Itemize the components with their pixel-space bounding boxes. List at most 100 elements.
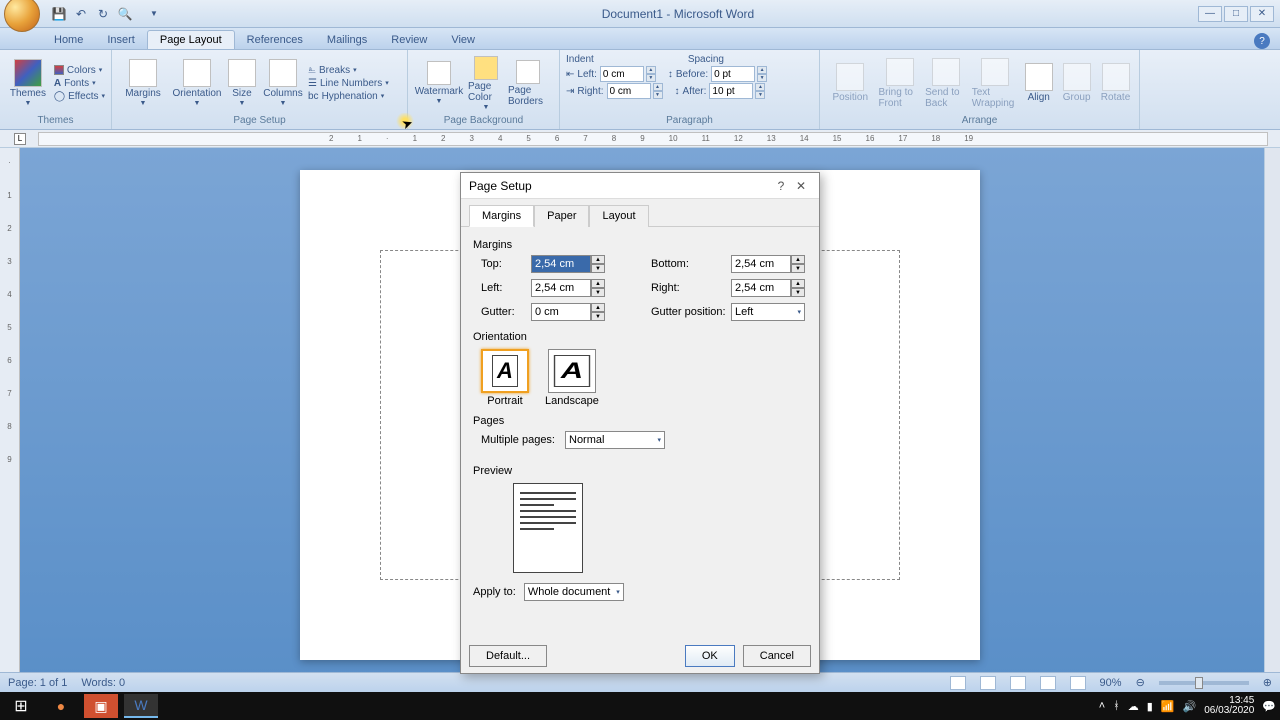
multiple-pages-select[interactable]: Normal▾ bbox=[565, 431, 665, 449]
gutter-spinner[interactable]: ▲▼ bbox=[591, 303, 605, 321]
tray-onedrive-icon[interactable]: ☁ bbox=[1128, 700, 1139, 713]
tray-volume-icon[interactable]: 🔊 bbox=[1183, 700, 1197, 713]
margin-left-spinner[interactable]: ▲▼ bbox=[591, 279, 605, 297]
zoom-in-button[interactable]: ⊕ bbox=[1263, 676, 1272, 689]
fonts-button[interactable]: AFonts▾ bbox=[54, 78, 105, 89]
indent-left-spinner[interactable]: ▲▼ bbox=[646, 66, 656, 82]
tab-mailings[interactable]: Mailings bbox=[315, 31, 379, 49]
line-numbers-button[interactable]: ☰Line Numbers▾ bbox=[308, 78, 389, 89]
hyphenation-button[interactable]: bcHyphenation▾ bbox=[308, 91, 389, 102]
redo-icon[interactable]: ↻ bbox=[94, 5, 112, 23]
apply-to-select[interactable]: Whole document▾ bbox=[524, 583, 624, 601]
zoom-out-button[interactable]: ⊖ bbox=[1136, 676, 1145, 689]
zoom-slider[interactable] bbox=[1159, 681, 1249, 685]
tab-page-layout[interactable]: Page Layout bbox=[147, 30, 235, 49]
status-page[interactable]: Page: 1 of 1 bbox=[8, 677, 67, 689]
status-bar: Page: 1 of 1 Words: 0 90% ⊖ ⊕ bbox=[0, 672, 1280, 692]
view-print-layout-icon[interactable] bbox=[950, 676, 966, 690]
colors-icon bbox=[54, 65, 64, 75]
margin-top-input[interactable] bbox=[531, 255, 591, 273]
margin-right-input[interactable] bbox=[731, 279, 791, 297]
default-button[interactable]: Default... bbox=[469, 645, 547, 667]
spacing-after-spinner[interactable]: ▲▼ bbox=[755, 83, 765, 99]
spacing-before-spinner[interactable]: ▲▼ bbox=[757, 66, 767, 82]
landscape-icon: A bbox=[554, 355, 590, 387]
vertical-ruler[interactable]: ·123456789 bbox=[0, 148, 20, 680]
office-button[interactable] bbox=[4, 0, 40, 32]
margins-button[interactable]: Margins▼ bbox=[118, 59, 168, 107]
print-preview-icon[interactable]: 🔍 bbox=[116, 5, 134, 23]
columns-button[interactable]: Columns▼ bbox=[262, 59, 304, 107]
page-color-button[interactable]: Page Color▼ bbox=[468, 56, 504, 111]
themes-group-label: Themes bbox=[6, 114, 105, 127]
orientation-portrait[interactable]: A Portrait bbox=[481, 349, 529, 407]
save-icon[interactable]: 💾 bbox=[50, 5, 68, 23]
gutter-position-select[interactable]: Left▾ bbox=[731, 303, 805, 321]
tray-battery-icon[interactable]: ▮ bbox=[1147, 700, 1153, 713]
taskbar-chrome-icon[interactable]: ● bbox=[44, 694, 78, 718]
horizontal-ruler[interactable]: 21·12345678910111213141516171819 bbox=[38, 132, 1268, 146]
margin-bottom-spinner[interactable]: ▲▼ bbox=[791, 255, 805, 273]
maximize-button[interactable]: □ bbox=[1224, 6, 1248, 22]
spacing-before-input[interactable] bbox=[711, 66, 755, 82]
size-icon bbox=[228, 59, 256, 87]
size-button[interactable]: Size▼ bbox=[226, 59, 258, 107]
gutter-input[interactable] bbox=[531, 303, 591, 321]
status-words[interactable]: Words: 0 bbox=[81, 677, 125, 689]
start-button[interactable]: ⊞ bbox=[4, 694, 38, 718]
tray-bluetooth-icon[interactable]: ᚼ bbox=[1113, 700, 1120, 712]
close-button[interactable]: ✕ bbox=[1250, 6, 1274, 22]
margin-bottom-input[interactable] bbox=[731, 255, 791, 273]
indent-left-input[interactable] bbox=[600, 66, 644, 82]
tray-clock[interactable]: 13:45 06/03/2020 bbox=[1204, 696, 1254, 716]
indent-right-icon: ⇥ bbox=[566, 86, 574, 97]
watermark-button[interactable]: Watermark▼ bbox=[414, 61, 464, 105]
tab-selector[interactable]: L bbox=[14, 133, 26, 145]
indent-right-spinner[interactable]: ▲▼ bbox=[653, 83, 663, 99]
dialog-tab-layout[interactable]: Layout bbox=[589, 205, 648, 227]
tab-review[interactable]: Review bbox=[379, 31, 439, 49]
columns-icon bbox=[269, 59, 297, 87]
window-title: Document1 - Microsoft Word bbox=[158, 7, 1198, 21]
view-full-screen-icon[interactable] bbox=[980, 676, 996, 690]
dialog-tab-paper[interactable]: Paper bbox=[534, 205, 589, 227]
taskbar-word-icon[interactable]: W bbox=[124, 694, 158, 718]
view-draft-icon[interactable] bbox=[1070, 676, 1086, 690]
vertical-scrollbar[interactable] bbox=[1264, 148, 1280, 680]
tab-home[interactable]: Home bbox=[42, 31, 95, 49]
spacing-after-input[interactable] bbox=[709, 83, 753, 99]
indent-right-input[interactable] bbox=[607, 83, 651, 99]
orientation-landscape[interactable]: A Landscape bbox=[545, 349, 599, 407]
margin-left-input[interactable] bbox=[531, 279, 591, 297]
zoom-level[interactable]: 90% bbox=[1100, 677, 1122, 689]
minimize-button[interactable]: — bbox=[1198, 6, 1222, 22]
cancel-button[interactable]: Cancel bbox=[743, 645, 811, 667]
line-numbers-icon: ☰ bbox=[308, 78, 317, 89]
help-icon[interactable]: ? bbox=[1254, 33, 1270, 49]
breaks-button[interactable]: ⎁Breaks▾ bbox=[308, 65, 389, 76]
tray-wifi-icon[interactable]: 📶 bbox=[1161, 700, 1175, 713]
view-outline-icon[interactable] bbox=[1040, 676, 1056, 690]
tab-view[interactable]: View bbox=[439, 31, 487, 49]
ok-button[interactable]: OK bbox=[685, 645, 735, 667]
orientation-button[interactable]: Orientation▼ bbox=[172, 59, 222, 107]
margin-top-spinner[interactable]: ▲▼ bbox=[591, 255, 605, 273]
undo-icon[interactable]: ↶ bbox=[72, 5, 90, 23]
tray-show-hidden-icon[interactable]: ˄ bbox=[1099, 700, 1105, 712]
tab-insert[interactable]: Insert bbox=[95, 31, 147, 49]
effects-button[interactable]: ◯Effects▾ bbox=[54, 91, 105, 102]
tab-references[interactable]: References bbox=[235, 31, 315, 49]
themes-button[interactable]: Themes ▼ bbox=[6, 59, 50, 107]
taskbar-camtasia-icon[interactable]: ▣ bbox=[84, 694, 118, 718]
dialog-tab-margins[interactable]: Margins bbox=[469, 205, 534, 227]
dialog-help-button[interactable]: ? bbox=[771, 179, 791, 193]
align-button[interactable]: Align bbox=[1022, 63, 1055, 103]
dialog-close-button[interactable]: ✕ bbox=[791, 179, 811, 193]
orientation-icon bbox=[183, 59, 211, 87]
qat-dropdown-icon[interactable]: ▼ bbox=[150, 9, 158, 18]
page-borders-button[interactable]: Page Borders bbox=[508, 60, 548, 107]
colors-button[interactable]: Colors▾ bbox=[54, 65, 105, 76]
view-web-layout-icon[interactable] bbox=[1010, 676, 1026, 690]
tray-notifications-icon[interactable]: 💬 bbox=[1262, 700, 1276, 713]
margin-right-spinner[interactable]: ▲▼ bbox=[791, 279, 805, 297]
